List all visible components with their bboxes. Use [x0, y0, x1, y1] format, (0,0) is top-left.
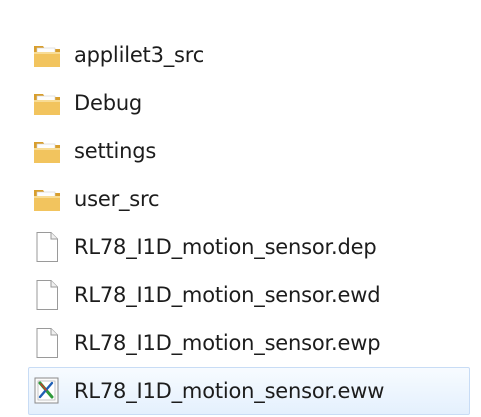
file-list-item-applilet3-src[interactable]: applilet3_src	[32, 31, 462, 79]
folder-icon	[32, 134, 62, 168]
folder-icon	[32, 86, 62, 120]
file-name-label: applilet3_src	[74, 43, 205, 67]
file-list-item-eww[interactable]: RL78_I1D_motion_sensor.eww	[28, 367, 470, 415]
file-list-item-debug[interactable]: Debug	[32, 79, 462, 127]
file-name-label: Debug	[74, 91, 143, 115]
document-icon	[32, 326, 62, 360]
file-name-label: RL78_I1D_motion_sensor.ewd	[74, 283, 381, 307]
document-icon	[32, 278, 62, 312]
file-name-label: RL78_I1D_motion_sensor.dep	[74, 235, 377, 259]
file-name-label: RL78_I1D_motion_sensor.ewp	[74, 331, 381, 355]
file-name-label: settings	[74, 139, 157, 163]
file-list-item-ewd[interactable]: RL78_I1D_motion_sensor.ewd	[32, 271, 462, 319]
file-name-label: user_src	[74, 187, 160, 211]
folder-icon	[32, 182, 62, 216]
workspace-file-icon	[32, 374, 62, 408]
file-list-item-dep[interactable]: RL78_I1D_motion_sensor.dep	[32, 223, 462, 271]
folder-icon	[32, 38, 62, 72]
file-list-item-user-src[interactable]: user_src	[32, 175, 462, 223]
file-list-item-ewp[interactable]: RL78_I1D_motion_sensor.ewp	[32, 319, 462, 367]
document-icon	[32, 230, 62, 264]
file-list-item-settings[interactable]: settings	[32, 127, 462, 175]
file-list: applilet3_src Debug settings user_src RL…	[28, 31, 470, 415]
file-name-label: RL78_I1D_motion_sensor.eww	[74, 379, 385, 403]
